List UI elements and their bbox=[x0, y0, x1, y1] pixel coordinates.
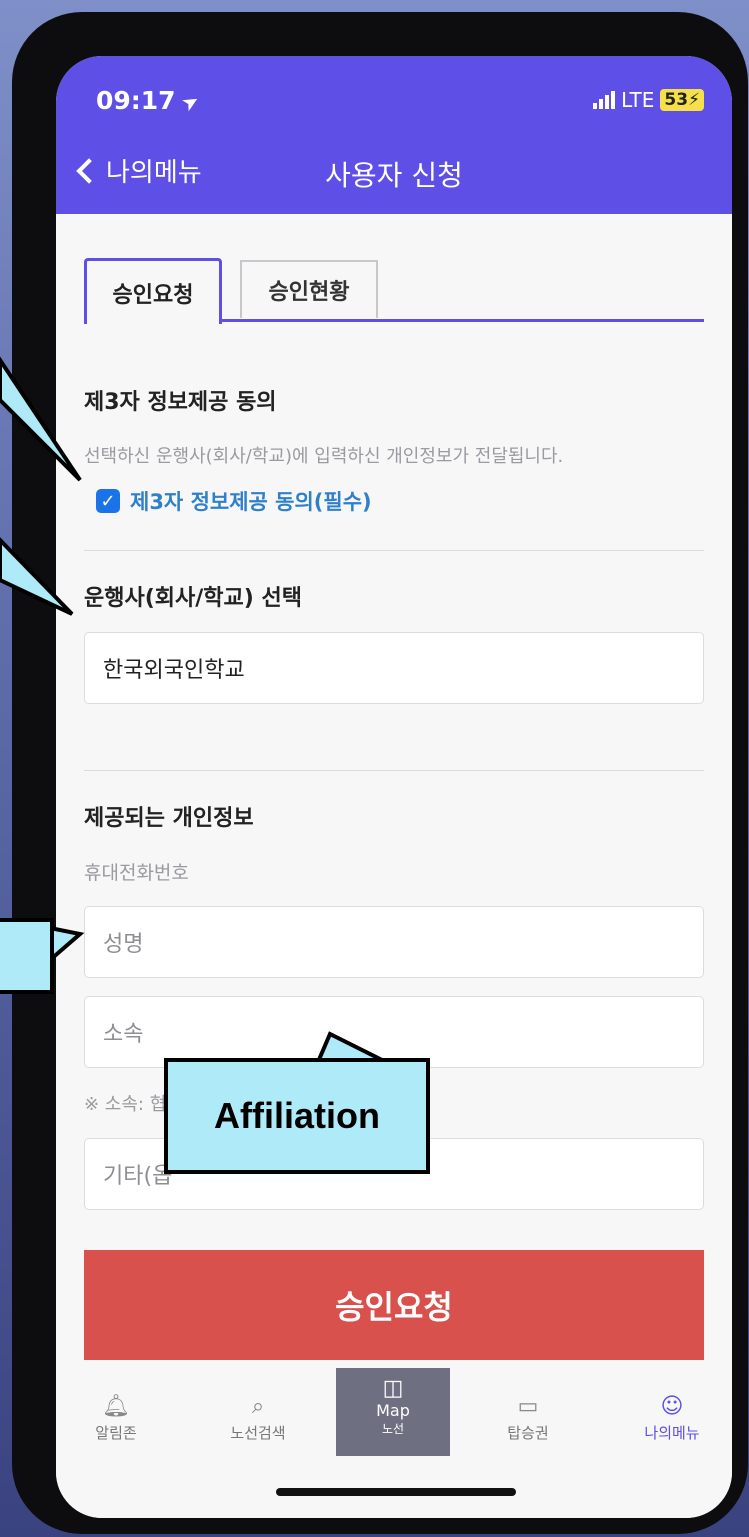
tab-sublabel: 노선 bbox=[381, 1422, 405, 1436]
approval-request-button[interactable]: 승인요청 bbox=[84, 1250, 704, 1360]
affiliation-callout: Affiliation bbox=[164, 1058, 430, 1174]
status-time: 09:17➤ bbox=[96, 86, 204, 117]
location-arrow-icon: ➤ bbox=[176, 87, 204, 117]
phone-frame: 09:17➤ LTE 53⚡ 나의메뉴 사용자 신청 승인요청 승인현황 제3자… bbox=[12, 12, 748, 1534]
personal-section-title: 제공되는 개인정보 bbox=[84, 806, 254, 831]
tab-ticket[interactable]: ▭ 탑승권 bbox=[478, 1392, 578, 1443]
bus-search-icon: ⌕ bbox=[251, 1394, 265, 1419]
map-icon: ◫ bbox=[382, 1376, 404, 1401]
operator-section-title: 운행사(회사/학교) 선택 bbox=[84, 586, 302, 611]
tab-label: 노선검색 bbox=[230, 1424, 286, 1442]
ticket-icon: ▭ bbox=[517, 1394, 539, 1419]
signal-icon bbox=[593, 91, 616, 109]
home-indicator bbox=[276, 1488, 516, 1496]
phone-number-label: 휴대전화번호 bbox=[84, 862, 189, 884]
status-indicators: LTE 53⚡ bbox=[593, 88, 704, 112]
consent-checkbox-row[interactable]: ✓ 제3자 정보제공 동의(필수) bbox=[96, 486, 372, 516]
nav-bar: 나의메뉴 사용자 신청 bbox=[56, 136, 732, 214]
tab-label: Map bbox=[376, 1401, 410, 1420]
tab-label: 탑승권 bbox=[507, 1424, 549, 1442]
divider bbox=[84, 770, 704, 771]
tab-alert-zone[interactable]: 🔔︎ 알림존 bbox=[66, 1392, 166, 1443]
consent-section-title: 제3자 정보제공 동의 bbox=[84, 390, 277, 415]
tab-my-menu[interactable]: ☺ 나의메뉴 bbox=[622, 1392, 722, 1443]
tab-approval-status[interactable]: 승인현황 bbox=[240, 260, 378, 318]
battery-icon: 53⚡ bbox=[660, 89, 704, 111]
consent-description: 선택하신 운행사(회사/학교)에 입력하신 개인정보가 전달됩니다. bbox=[84, 446, 564, 467]
callout-box-left bbox=[0, 918, 54, 994]
page-title: 사용자 신청 bbox=[325, 159, 463, 192]
tab-bar: 승인요청 승인현황 bbox=[84, 258, 704, 324]
tab-label: 알림존 bbox=[95, 1424, 137, 1442]
operator-select[interactable]: 한국외국인학교 bbox=[84, 632, 704, 704]
network-type: LTE bbox=[621, 88, 655, 112]
divider bbox=[84, 550, 704, 551]
consent-checkbox-label[interactable]: 제3자 정보제공 동의(필수) bbox=[130, 486, 372, 516]
tab-approval-request[interactable]: 승인요청 bbox=[84, 258, 222, 324]
tab-label: 나의메뉴 bbox=[644, 1424, 700, 1442]
bell-icon: 🔔︎ bbox=[102, 1394, 130, 1419]
status-bar: 09:17➤ LTE 53⚡ bbox=[56, 56, 732, 136]
user-menu-icon: ☺ bbox=[660, 1394, 684, 1419]
checkbox-checked-icon[interactable]: ✓ bbox=[96, 489, 120, 513]
tab-route-search[interactable]: ⌕ 노선검색 bbox=[208, 1392, 308, 1443]
app-screen: 09:17➤ LTE 53⚡ 나의메뉴 사용자 신청 승인요청 승인현황 제3자… bbox=[56, 56, 732, 1518]
tab-map[interactable]: ◫ Map 노선 bbox=[336, 1368, 450, 1456]
name-input[interactable]: 성명 bbox=[84, 906, 704, 978]
